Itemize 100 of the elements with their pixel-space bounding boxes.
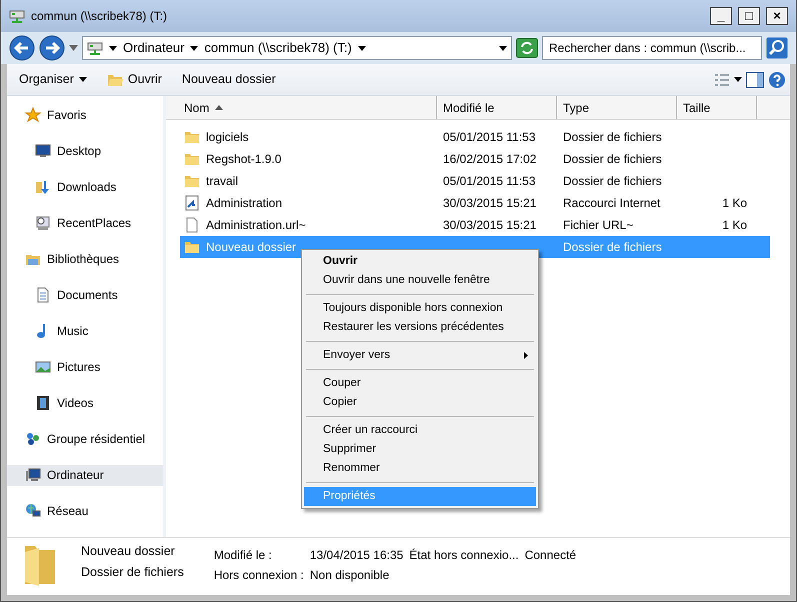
sidebar-item[interactable]: RecentPlaces bbox=[7, 212, 163, 234]
sidebar-item[interactable]: Desktop bbox=[7, 140, 163, 162]
computer-icon bbox=[25, 467, 41, 484]
new-folder-button[interactable]: Nouveau dossier bbox=[174, 68, 284, 91]
network-icon bbox=[25, 503, 41, 520]
sidebar-item[interactable]: Groupe résidentiel bbox=[7, 428, 163, 450]
caret-icon[interactable] bbox=[499, 46, 507, 50]
file-type: Dossier de fichiers bbox=[563, 174, 662, 188]
sidebar-item[interactable]: Documents bbox=[7, 284, 163, 306]
column-header[interactable]: Nom bbox=[166, 96, 437, 119]
field-label: État hors connexio... bbox=[409, 547, 519, 564]
field-label: Hors connexion : bbox=[214, 567, 304, 584]
preview-pane-icon[interactable] bbox=[746, 72, 764, 88]
file-name: Administration.url~ bbox=[206, 217, 306, 234]
file-size: 1 Ko bbox=[722, 196, 747, 210]
network-drive-icon bbox=[87, 40, 103, 56]
homegroup-icon bbox=[25, 431, 41, 448]
menu-item[interactable]: Envoyer vers bbox=[304, 346, 536, 365]
menu-item[interactable]: Renommer bbox=[304, 459, 536, 478]
search-field[interactable]: Rechercher dans : commun (\\scrib... bbox=[542, 36, 762, 60]
refresh-icon[interactable] bbox=[516, 38, 538, 58]
modified-date: 30/03/2015 15:21 bbox=[443, 218, 536, 232]
sort-arrow-icon bbox=[215, 105, 224, 110]
modified-date: 05/01/2015 11:53 bbox=[443, 174, 536, 188]
sidebar-item[interactable]: Réseau bbox=[7, 500, 163, 522]
file-type: Fichier URL~ bbox=[563, 218, 634, 232]
shortcut-icon bbox=[184, 195, 200, 211]
forward-button-icon[interactable] bbox=[39, 35, 65, 61]
minimize-button[interactable]: _ bbox=[710, 7, 732, 25]
file-row[interactable]: Administration 30/03/2015 15:21 Raccourci Internet 1 Ko bbox=[180, 192, 770, 214]
column-header[interactable]: Modifié le bbox=[437, 96, 557, 119]
film-icon bbox=[35, 395, 51, 412]
folder-icon bbox=[184, 239, 200, 255]
picture-icon bbox=[35, 359, 51, 376]
search-icon[interactable] bbox=[766, 37, 788, 59]
sidebar-item[interactable]: Favoris bbox=[7, 104, 163, 125]
file-icon bbox=[184, 217, 200, 233]
modified-date: 30/03/2015 15:21 bbox=[443, 196, 536, 210]
modified-date: 05/01/2015 11:53 bbox=[443, 130, 536, 144]
details-type: Dossier de fichiers bbox=[81, 564, 184, 581]
desktop-icon bbox=[35, 142, 51, 159]
file-name: travail bbox=[206, 173, 238, 190]
open-button[interactable]: Ouvrir bbox=[98, 68, 170, 91]
document-icon bbox=[35, 286, 51, 303]
sidebar-item[interactable]: Ordinateur bbox=[7, 464, 163, 486]
modified-date: 16/02/2015 17:02 bbox=[443, 152, 536, 166]
details-name: Nouveau dossier bbox=[81, 543, 176, 560]
sidebar-item[interactable]: Music bbox=[7, 320, 163, 342]
file-row[interactable]: travail 05/01/2015 11:53 Dossier de fichiers bbox=[180, 170, 770, 192]
organize-button[interactable]: Organiser bbox=[11, 68, 95, 91]
file-row[interactable]: Administration.url~ 30/03/2015 15:21 Fichier URL~ 1 Ko bbox=[180, 214, 770, 236]
sidebar-item[interactable]: Bibliothèques bbox=[7, 248, 163, 270]
caret-icon[interactable] bbox=[358, 46, 366, 50]
menu-item[interactable]: Ouvrir dans une nouvelle fenêtre bbox=[304, 271, 536, 290]
file-name: logiciels bbox=[206, 129, 249, 146]
field-value: 13/04/2015 16:35 bbox=[310, 547, 404, 564]
back-button-icon[interactable] bbox=[9, 35, 35, 61]
caret-icon[interactable] bbox=[109, 46, 117, 50]
column-header[interactable]: Taille bbox=[677, 96, 757, 119]
file-type: Raccourci Internet bbox=[563, 196, 660, 210]
caret-icon[interactable] bbox=[190, 46, 198, 50]
maximize-button[interactable]: □ bbox=[738, 7, 760, 25]
sidebar-item[interactable]: Pictures bbox=[7, 356, 163, 378]
file-row[interactable]: logiciels 05/01/2015 11:53 Dossier de fichiers bbox=[180, 126, 770, 148]
file-size: 1 Ko bbox=[722, 218, 747, 232]
folder-icon bbox=[184, 151, 200, 167]
file-name: Nouveau dossier bbox=[206, 239, 296, 256]
address-bar[interactable]: Ordinateur commun (\\scribek78) (T:) bbox=[82, 36, 512, 60]
caret-icon[interactable] bbox=[734, 77, 742, 82]
menu-item[interactable]: Couper bbox=[304, 374, 536, 393]
field-label: Modifié le : bbox=[214, 547, 273, 564]
menu-item[interactable]: Toujours disponible hors connexion bbox=[304, 299, 536, 318]
sidebar-item[interactable]: Downloads bbox=[7, 176, 163, 198]
window-title: commun (\\scribek78) (T:) bbox=[31, 8, 168, 25]
help-icon[interactable] bbox=[768, 70, 786, 88]
file-type: Dossier de fichiers bbox=[563, 152, 662, 166]
menu-item[interactable]: Créer un raccourci bbox=[304, 421, 536, 440]
recent-places-icon bbox=[35, 214, 51, 231]
folder-icon bbox=[184, 129, 200, 145]
close-button[interactable]: × bbox=[766, 7, 788, 25]
menu-item[interactable]: Supprimer bbox=[304, 440, 536, 459]
file-row[interactable]: Regshot-1.9.0 16/02/2015 17:02 Dossier de fichiers bbox=[180, 148, 770, 170]
menu-item[interactable]: Restaurer les versions précédentes bbox=[304, 318, 536, 337]
sidebar-item[interactable]: Videos bbox=[7, 392, 163, 414]
breadcrumb[interactable]: commun (\\scribek78) (T:) bbox=[204, 38, 352, 58]
file-type: Dossier de fichiers bbox=[563, 240, 662, 254]
file-name: Administration bbox=[206, 195, 282, 212]
downloads-icon bbox=[35, 178, 51, 195]
breadcrumb[interactable]: Ordinateur bbox=[123, 38, 184, 58]
column-header[interactable]: Type bbox=[557, 96, 677, 119]
caret-icon bbox=[78, 77, 87, 82]
file-name: Regshot-1.9.0 bbox=[206, 151, 282, 168]
network-drive-icon bbox=[9, 8, 25, 24]
field-value: Connecté bbox=[524, 547, 576, 564]
folder-icon bbox=[184, 173, 200, 189]
menu-item[interactable]: Copier bbox=[304, 393, 536, 412]
submenu-arrow-icon bbox=[524, 352, 528, 359]
field-value: Non disponible bbox=[310, 567, 390, 584]
view-list-icon[interactable] bbox=[714, 72, 730, 86]
star-icon bbox=[25, 106, 41, 122]
